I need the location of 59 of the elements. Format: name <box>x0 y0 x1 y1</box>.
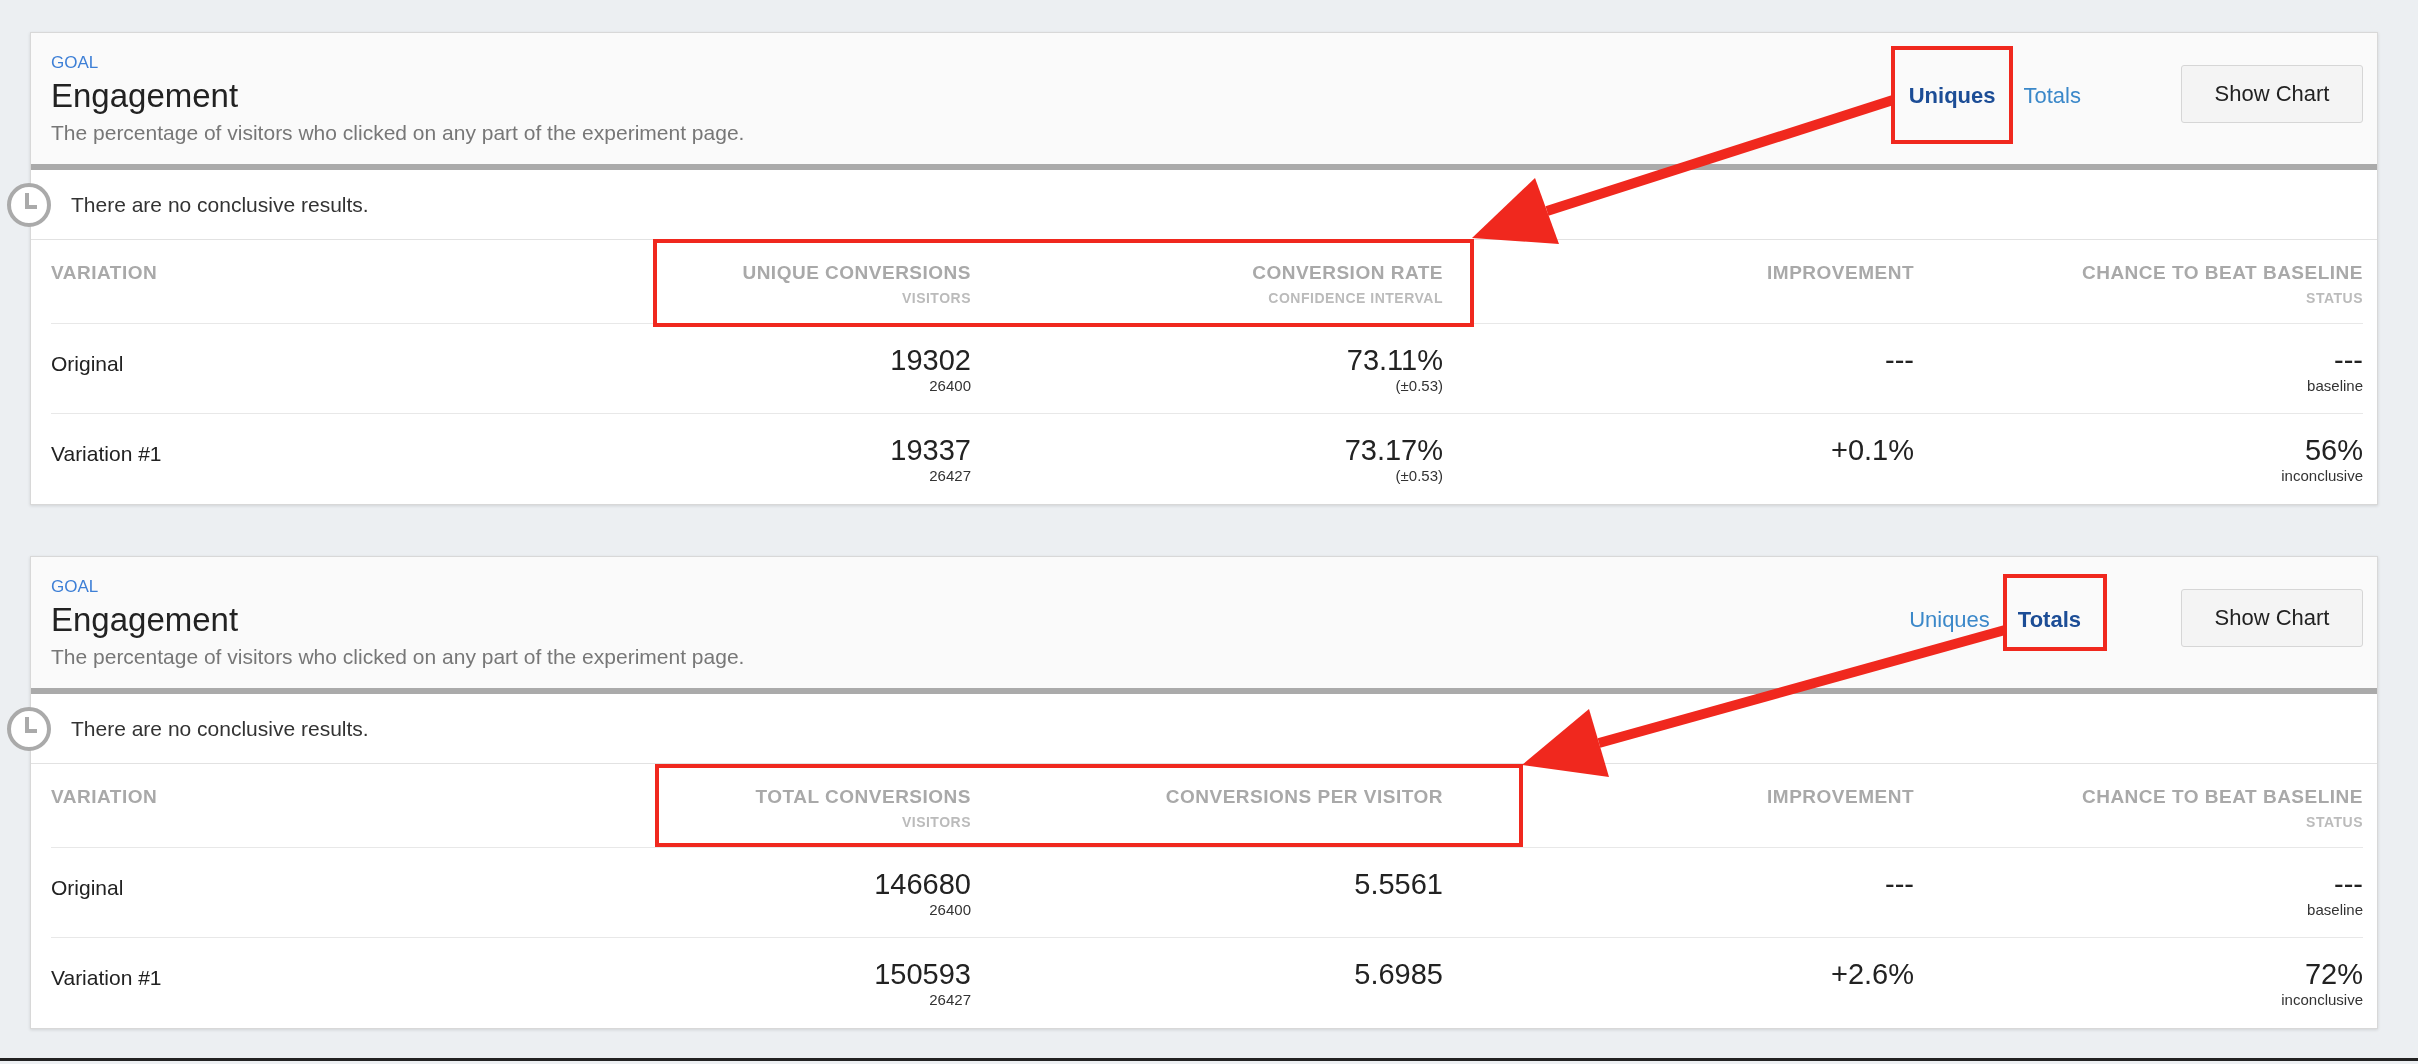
column-subheader: STATUS <box>2306 290 2363 306</box>
show-chart-button[interactable]: Show Chart <box>2181 589 2363 647</box>
table-cell: 19302 <box>890 344 971 377</box>
view-toggle-link[interactable]: Totals <box>2017 607 2081 633</box>
table-cell: --- <box>1885 344 1914 377</box>
column-header: CONVERSION RATE <box>1252 262 1443 284</box>
variation-name: Original <box>51 352 124 376</box>
cell-subvalue: baseline <box>2307 377 2363 394</box>
column-header: CHANCE TO BEAT BASELINE <box>2081 262 2363 284</box>
notice-text: There are no conclusive results. <box>71 192 369 217</box>
cell-subvalue: (±0.53) <box>1395 467 1443 484</box>
table-cell: 72% <box>2304 958 2363 991</box>
cell-subvalue: baseline <box>2307 901 2363 918</box>
show-chart-button[interactable]: Show Chart <box>2181 65 2363 123</box>
table-cell: 19337 <box>890 434 971 467</box>
cell-subvalue: 26427 <box>929 991 971 1008</box>
column-subheader: VISITORS <box>901 814 971 830</box>
table-cell: --- <box>2334 868 2363 901</box>
cell-subvalue: 26400 <box>929 377 971 394</box>
column-subheader: STATUS <box>2306 814 2363 830</box>
cell-subvalue: (±0.53) <box>1395 377 1443 394</box>
column-header: IMPROVEMENT <box>1767 786 1914 808</box>
table-cell: --- <box>1885 868 1914 901</box>
goal-description: The percentage of visitors who clicked on any part of the experiment page. <box>51 121 745 145</box>
column-header: UNIQUE CONVERSIONS <box>742 262 971 284</box>
cell-subvalue: 26400 <box>929 901 971 918</box>
table-cell: +2.6% <box>1830 958 1914 991</box>
variation-name: Variation #1 <box>51 442 162 466</box>
table-cell: 150593 <box>874 958 971 991</box>
table-cell: 5.6985 <box>1354 958 1443 991</box>
column-subheader: VISITORS <box>901 290 971 306</box>
goal-title: Engagement <box>51 77 240 115</box>
column-header: IMPROVEMENT <box>1767 262 1914 284</box>
column-subheader: CONFIDENCE INTERVAL <box>1268 290 1443 306</box>
cell-subvalue: inconclusive <box>2281 991 2363 1008</box>
table-cell: 5.5561 <box>1354 868 1443 901</box>
goal-label: GOAL <box>51 577 100 597</box>
goal-label: GOAL <box>51 53 100 73</box>
view-toggle-link[interactable]: Uniques <box>1908 83 1996 109</box>
cell-subvalue: inconclusive <box>2281 467 2363 484</box>
notice-text: There are no conclusive results. <box>71 716 369 741</box>
column-header: TOTAL CONVERSIONS <box>755 786 971 808</box>
goal-description: The percentage of visitors who clicked on any part of the experiment page. <box>51 645 745 669</box>
variation-name: Variation #1 <box>51 966 162 990</box>
column-header: CONVERSIONS PER VISITOR <box>1165 786 1443 808</box>
variation-name: Original <box>51 876 124 900</box>
table-cell: 56% <box>2304 434 2363 467</box>
cell-subvalue: 26427 <box>929 467 971 484</box>
table-cell: +0.1% <box>1830 434 1914 467</box>
table-cell: 73.17% <box>1344 434 1443 467</box>
table-cell: 146680 <box>874 868 971 901</box>
column-header: CHANCE TO BEAT BASELINE <box>2081 786 2363 808</box>
column-header: VARIATION <box>51 262 158 284</box>
column-header: VARIATION <box>51 786 158 808</box>
view-toggle-link[interactable]: Totals <box>2023 83 2081 109</box>
goal-title: Engagement <box>51 601 240 639</box>
view-toggle-link[interactable]: Uniques <box>1909 607 1990 633</box>
table-cell: 73.11% <box>1346 344 1443 377</box>
table-cell: --- <box>2334 344 2363 377</box>
